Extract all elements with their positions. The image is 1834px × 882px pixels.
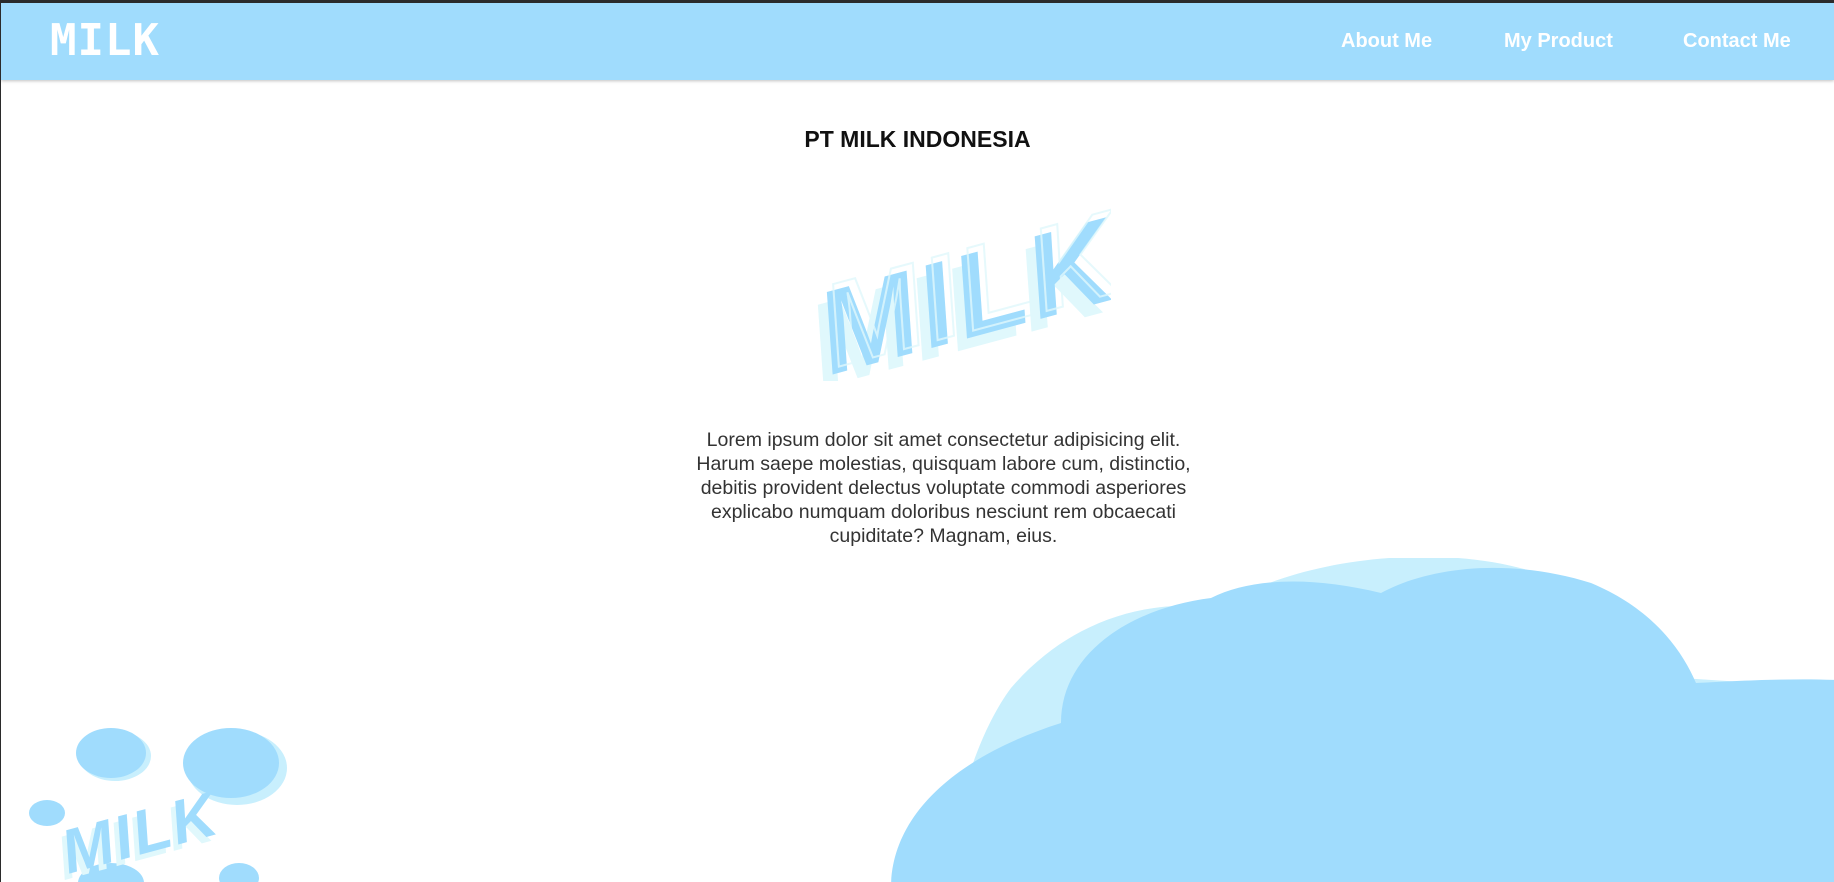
bubbles-milk-text: MILK (54, 779, 228, 882)
milk-logo-image: MILK MILK MILK (794, 201, 1111, 381)
bubble (76, 728, 146, 778)
nav-link-my-product[interactable]: My Product (1504, 31, 1613, 51)
bubble (219, 863, 259, 882)
milk-logo-highlight: MILK (809, 201, 1111, 381)
cloud-decoration (891, 558, 1834, 882)
nav-link-contact-me[interactable]: Contact Me (1683, 31, 1791, 51)
brand-logo[interactable]: MILK (50, 19, 160, 63)
page-title: PT MILK INDONESIA (804, 126, 1031, 152)
nav-link-about-me[interactable]: About Me (1341, 31, 1432, 51)
navbar: MILK About Me My Product Contact Me (1, 3, 1834, 80)
browser-viewport: MILK About Me My Product Contact Me PT M… (1, 3, 1834, 882)
intro-paragraph: Lorem ipsum dolor sit amet consectetur a… (696, 429, 1191, 547)
milk-bubbles-decoration: MILK MILK (29, 728, 287, 882)
